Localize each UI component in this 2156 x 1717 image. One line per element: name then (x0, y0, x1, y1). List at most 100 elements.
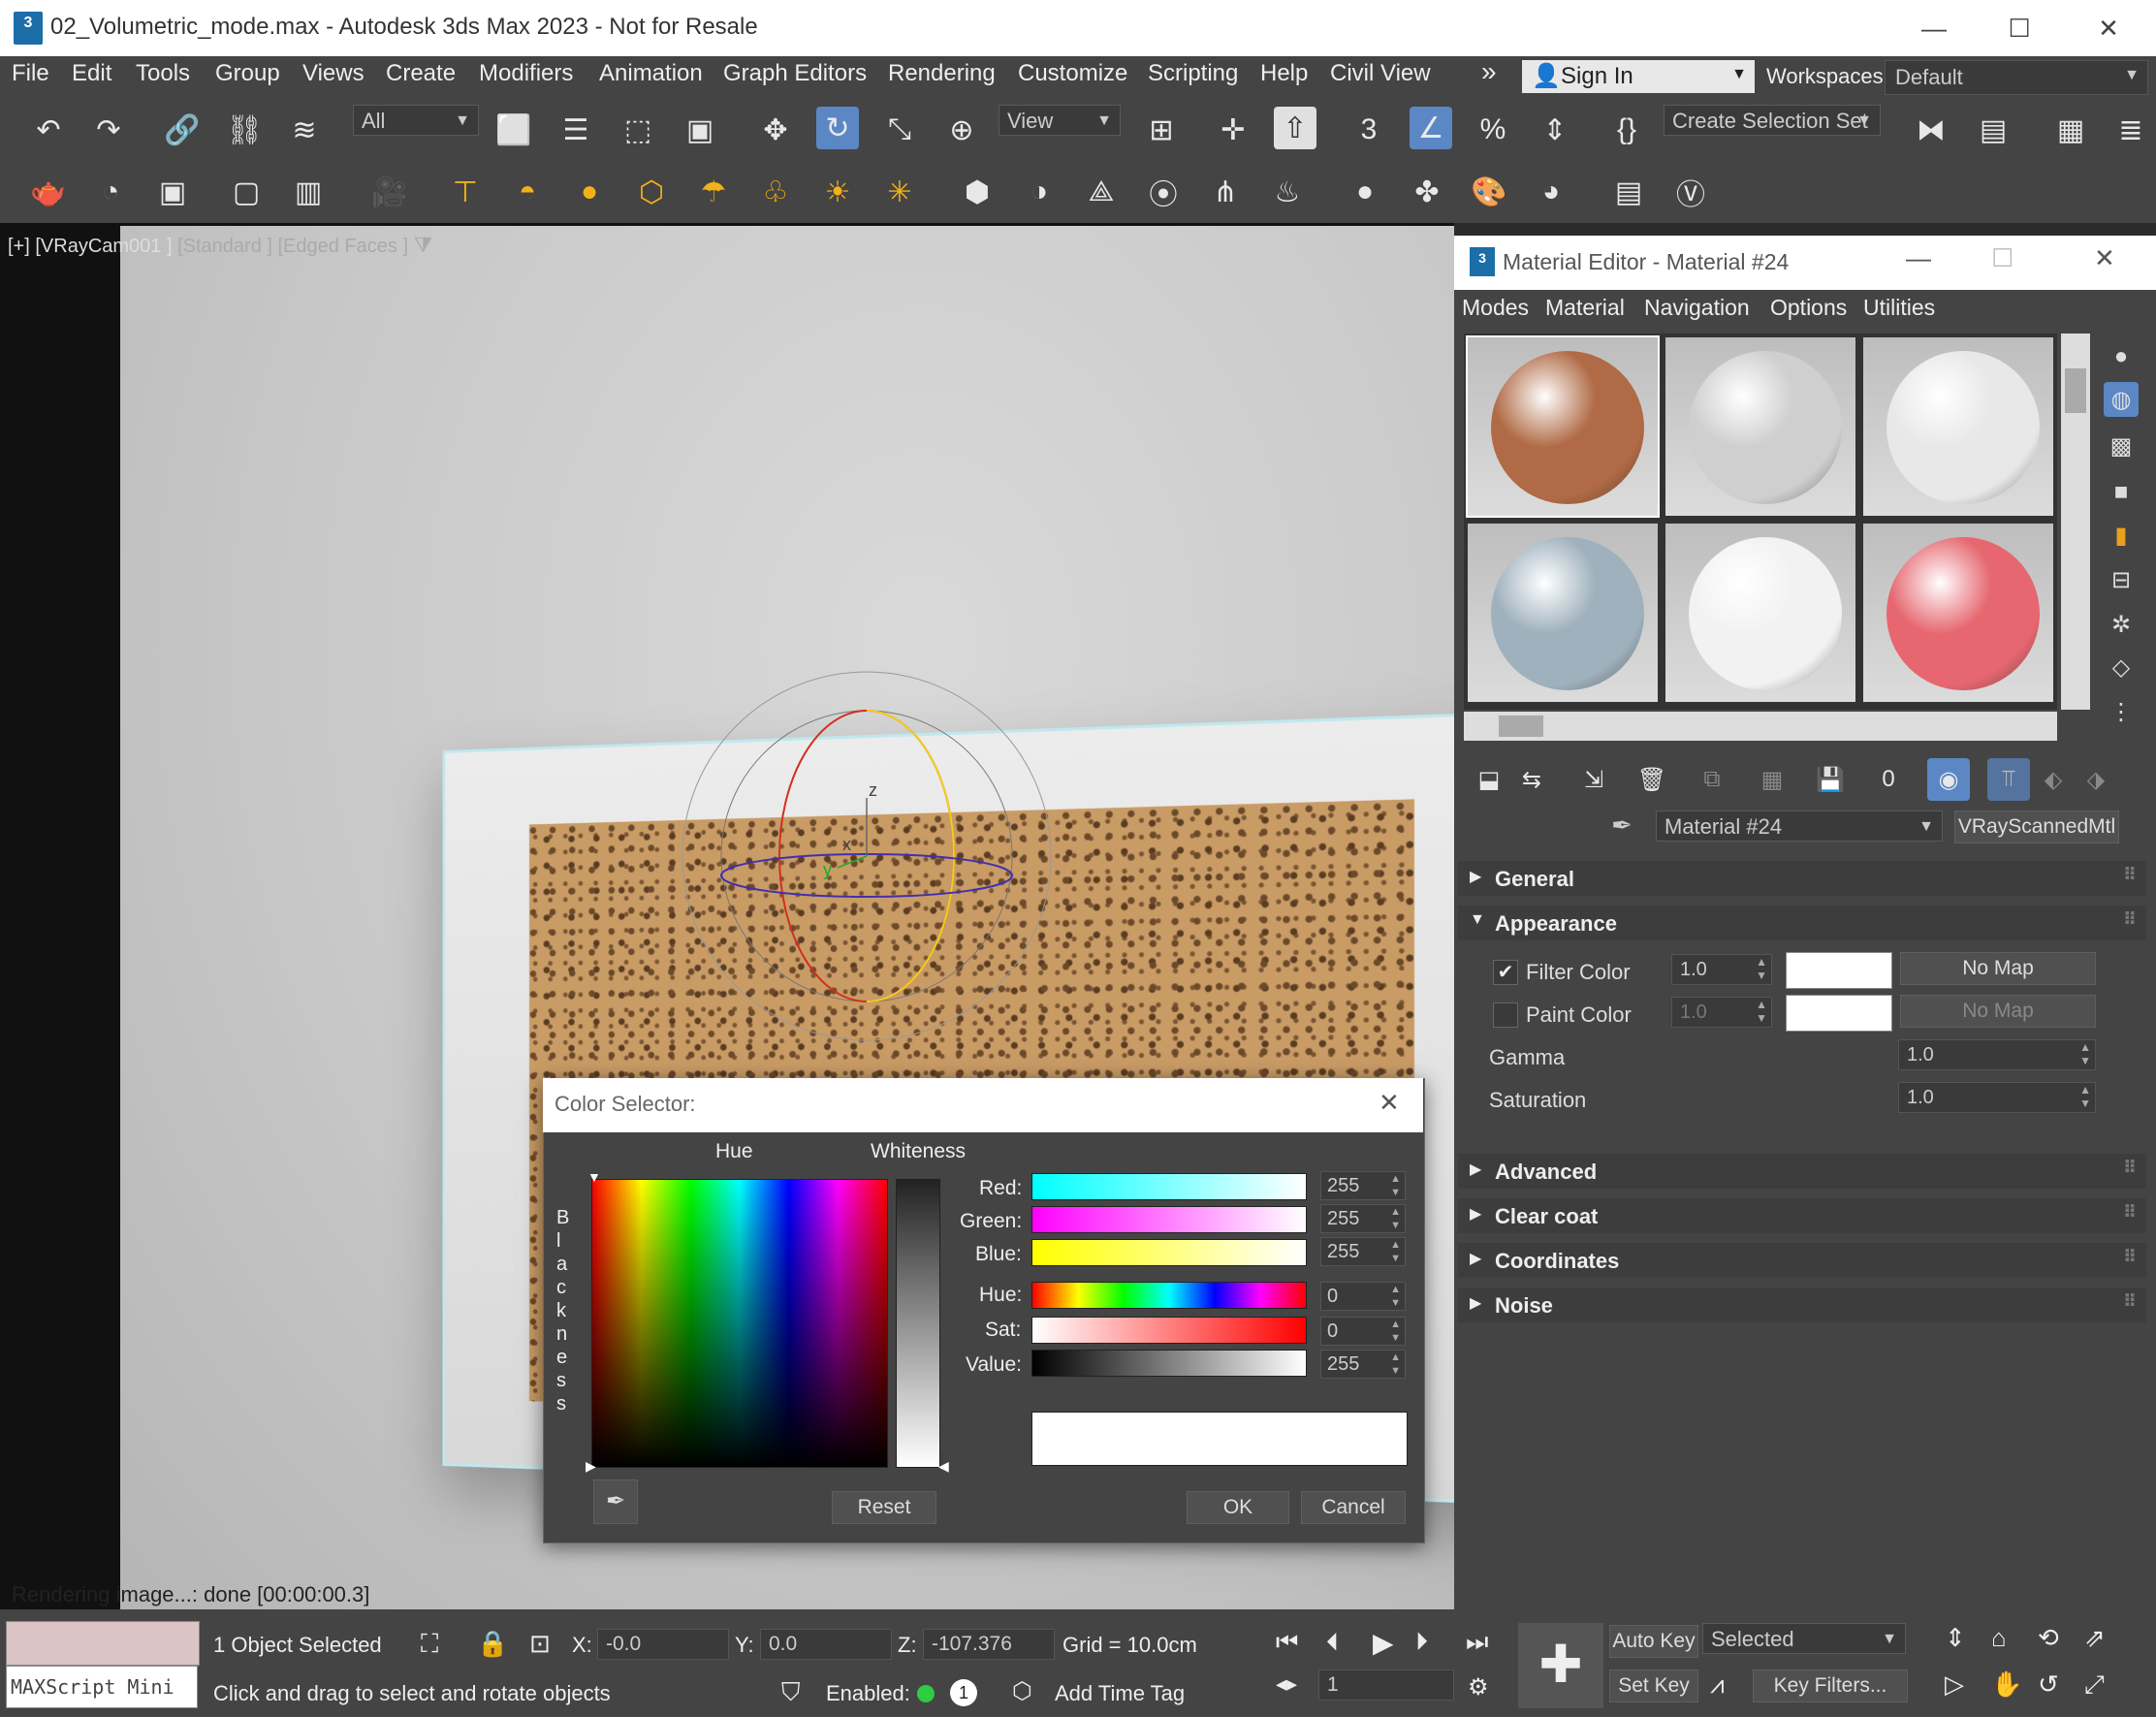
filter-color-map-button[interactable]: No Map (1900, 952, 2096, 985)
vray-mesh-light-icon[interactable]: ⬡ (630, 171, 673, 213)
select-object-icon[interactable]: ⬜ (492, 109, 535, 151)
maximize-viewport-icon[interactable]: ⤢ (2084, 1669, 2105, 1701)
spinner-arrows-icon[interactable]: ▲ ▼ (1756, 998, 1767, 1025)
place-icon[interactable]: ⊕ (940, 109, 983, 151)
vray-ies-light-icon[interactable]: ☂ (692, 171, 735, 213)
window-crossing-icon[interactable]: ▣ (679, 109, 721, 151)
spinner-arrows-icon[interactable]: ▲ ▼ (1390, 1238, 1401, 1265)
roll-camera-icon[interactable]: ↺ (2038, 1669, 2059, 1700)
vray-sphere-light-icon[interactable]: ● (568, 171, 611, 213)
make-material-copy-icon[interactable]: ⧉ (1691, 758, 1733, 801)
sample-slots-vertical-scrollbar[interactable] (2061, 334, 2090, 710)
rollout-coordinates[interactable]: ▶ Coordinates ⠿ (1458, 1243, 2146, 1278)
rectangular-selection-icon[interactable]: ⬚ (617, 109, 659, 151)
hue-marker-icon[interactable]: ▼ (587, 1169, 601, 1185)
layer-explorer-icon[interactable]: ≣ (2109, 109, 2152, 151)
current-frame-field[interactable]: 1 (1318, 1669, 1454, 1701)
viewport-faces-menu[interactable]: [Edged Faces ] (278, 236, 409, 257)
menu-help[interactable]: Help (1260, 60, 1308, 87)
snaps-toggle-icon[interactable]: 3 (1348, 109, 1390, 151)
make-unique-icon[interactable]: ▦ (1751, 758, 1793, 801)
play-icon[interactable]: ▶ (1373, 1627, 1394, 1659)
next-frame-icon[interactable]: ⏵ (1415, 1627, 1428, 1658)
align-icon[interactable]: ▤ (1972, 109, 2014, 151)
red-slider[interactable] (1031, 1173, 1307, 1200)
vray-fur-icon[interactable]: ⋔ (1204, 171, 1247, 213)
spinner-arrows-icon[interactable]: ▲ ▼ (2079, 1083, 2091, 1110)
sample-slot[interactable] (1861, 335, 2055, 518)
viewport-shading-menu[interactable]: [Standard ] (177, 236, 272, 257)
material-library-icon[interactable]: 🎨 (1468, 171, 1510, 213)
zoom-all-icon[interactable]: ⌂ (1991, 1623, 2007, 1653)
rollout-appearance[interactable]: ▼ Appearance ⠿ (1458, 906, 2146, 940)
z-coord-field[interactable]: -107.376 (923, 1629, 1055, 1660)
spinner-arrows-icon[interactable]: ▲ ▼ (1390, 1283, 1401, 1310)
edit-named-selection-icon[interactable]: {} (1605, 109, 1648, 151)
dolly-camera-icon[interactable]: ⇗ (2084, 1623, 2106, 1653)
menu-civil-view[interactable]: Civil View (1330, 60, 1431, 87)
show-end-result-icon[interactable]: ⫪ (1987, 758, 2030, 801)
percent-snap-icon[interactable]: % (1472, 109, 1514, 151)
menu-overflow-icon[interactable]: » (1481, 56, 1497, 87)
menu-rendering[interactable]: Rendering (888, 60, 996, 87)
viewport-camera-menu[interactable]: [VRayCam001 ] (35, 236, 172, 257)
paint-color-swatch[interactable] (1786, 995, 1892, 1032)
rollout-advanced[interactable]: ▶ Advanced ⠿ (1458, 1154, 2146, 1189)
time-configuration-icon[interactable]: ⚙ (1468, 1673, 1489, 1701)
material-editor-maximize-button[interactable]: ☐ (1991, 243, 2013, 273)
pivot-center-icon[interactable]: ⊞ (1140, 109, 1183, 151)
menu-create[interactable]: Create (386, 60, 456, 87)
select-by-material-icon[interactable]: ◇ (2104, 650, 2139, 684)
filter-icon[interactable]: ⧩ (414, 233, 433, 257)
vray-frame-buffer-icon[interactable]: ▤ (1607, 171, 1650, 213)
scene-explorer-icon[interactable]: ▦ (2049, 109, 2092, 151)
rotate-icon[interactable]: ↻ (816, 107, 859, 149)
sample-type-sphere-icon[interactable]: ● (2104, 339, 2139, 374)
green-value-field[interactable]: 255 ▲ ▼ (1320, 1204, 1406, 1233)
rendered-frame-window-icon[interactable]: ▣ (151, 171, 194, 213)
me-menu-options[interactable]: Options (1770, 295, 1847, 321)
spinner-arrows-icon[interactable]: ▲ ▼ (1390, 1205, 1401, 1232)
y-coord-field[interactable]: 0.0 (760, 1629, 892, 1660)
spinner-arrows-icon[interactable]: ▲ ▼ (1390, 1318, 1401, 1345)
whiteness-slider[interactable] (896, 1179, 940, 1468)
background-checker-icon[interactable]: ▩ (2104, 429, 2139, 463)
scrollbar-thumb[interactable] (2065, 368, 2086, 413)
assign-material-icon[interactable]: ⇲ (1572, 758, 1615, 801)
unlink-icon[interactable]: ⛓ (223, 109, 266, 151)
ok-button[interactable]: OK (1187, 1491, 1289, 1524)
menu-graph-editors[interactable]: Graph Editors (723, 60, 867, 87)
undo-icon[interactable]: ↶ (27, 109, 70, 151)
filter-color-swatch[interactable] (1786, 952, 1892, 989)
me-menu-utilities[interactable]: Utilities (1863, 295, 1935, 321)
sample-uv-tiling-icon[interactable]: ■ (2104, 475, 2139, 510)
maximize-button[interactable]: ☐ (1985, 10, 2053, 47)
filter-color-multiplier-spinner[interactable]: 1.0 ▲ ▼ (1671, 954, 1772, 985)
hue-slider[interactable] (1031, 1282, 1307, 1309)
viewport-plus-menu[interactable]: [+] (8, 236, 30, 257)
rollout-noise[interactable]: ▶ Noise ⠿ (1458, 1288, 2146, 1322)
isolate-selection-icon[interactable]: ⛶ (421, 1629, 438, 1660)
menu-animation[interactable]: Animation (599, 60, 703, 87)
move-icon[interactable]: ✥ (754, 109, 797, 151)
orbit-camera-icon[interactable]: ⟲ (2038, 1623, 2059, 1653)
menu-modifiers[interactable]: Modifiers (479, 60, 573, 87)
vray-proxy-icon[interactable]: ⬢ (956, 171, 999, 213)
sample-slots-horizontal-scrollbar[interactable] (1464, 712, 2057, 741)
set-key-button[interactable]: Set Key (1609, 1669, 1698, 1702)
vray-light-lister-icon[interactable]: ✳ (878, 171, 921, 213)
blue-slider[interactable] (1031, 1239, 1307, 1266)
backlight-icon[interactable]: ◍ (2104, 382, 2139, 417)
put-material-to-scene-icon[interactable]: ⇆ (1510, 758, 1553, 801)
go-to-parent-icon[interactable]: ⬖ (2032, 758, 2075, 801)
add-time-tag-button[interactable]: Add Time Tag (1055, 1681, 1185, 1706)
viewport-label[interactable]: [+] [VRayCam001 ] [Standard ] [Edged Fac… (8, 233, 432, 258)
material-editor-icon[interactable]: ✤ (1406, 171, 1448, 213)
show-shaded-material-icon[interactable]: ◉ (1927, 758, 1970, 801)
selection-lock-icon[interactable]: 🔒 (477, 1629, 508, 1659)
red-value-field[interactable]: 255 ▲ ▼ (1320, 1171, 1406, 1200)
zoom-icon[interactable]: ⇕ (1945, 1623, 1966, 1653)
color-selector-close-button[interactable]: ✕ (1379, 1088, 1400, 1118)
eyedropper-button[interactable]: ✒ (593, 1479, 638, 1524)
default-in-out-tangents-icon[interactable]: ⩘ (1710, 1669, 1725, 1701)
